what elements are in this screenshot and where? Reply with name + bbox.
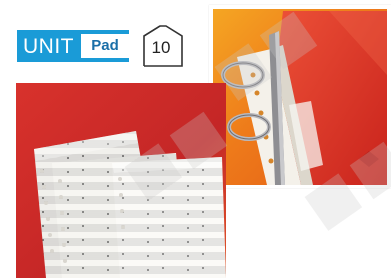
pack-count-value: 10	[151, 38, 171, 57]
unit-label: UNIT	[23, 34, 74, 58]
sheet-protectors-photo	[16, 83, 226, 278]
binder-photo	[209, 5, 391, 188]
unit-badge: UNIT Pad	[17, 30, 129, 62]
unit-value: Pad	[81, 34, 129, 58]
product-sheet: UNIT Pad 10 ■■ ■■ ■■	[0, 0, 391, 278]
